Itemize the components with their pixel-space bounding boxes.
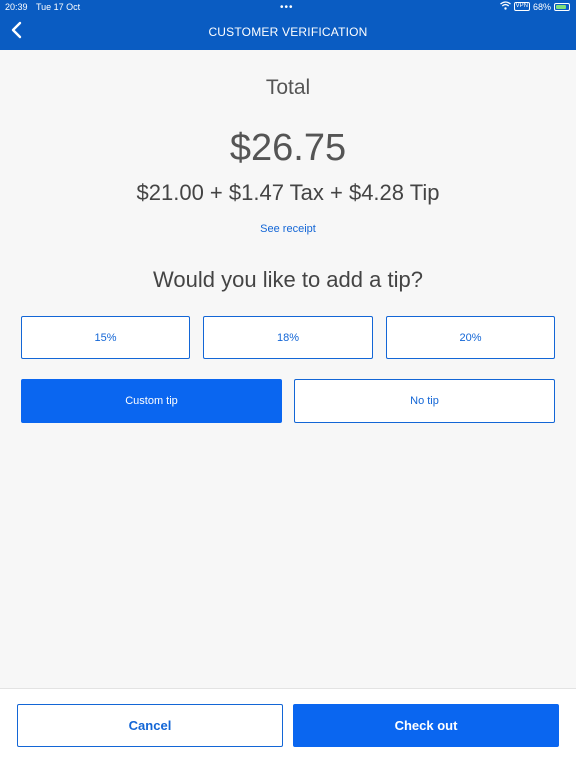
battery-icon xyxy=(554,2,570,11)
price-breakdown: $21.00 + $1.47 Tax + $4.28 Tip xyxy=(136,180,440,205)
total-label: Total xyxy=(265,76,311,99)
tip-15-button[interactable]: 15% xyxy=(21,316,190,359)
no-tip-button[interactable]: No tip xyxy=(294,379,555,423)
app-header: 20:39 Tue 17 Oct ••• VPN 68% CUSTOMER VE… xyxy=(0,0,576,50)
tip-20-button[interactable]: 20% xyxy=(386,316,555,359)
multitasking-dots[interactable]: ••• xyxy=(280,2,294,13)
custom-tip-button[interactable]: Custom tip xyxy=(21,379,282,423)
wifi-icon xyxy=(499,1,511,12)
status-time: 20:39 xyxy=(5,2,28,12)
status-date: Tue 17 Oct xyxy=(36,2,81,12)
check-out-button[interactable]: Check out xyxy=(293,704,559,747)
tip-18-button[interactable]: 18% xyxy=(203,316,373,359)
footer-bar: Cancel Check out xyxy=(0,688,576,769)
status-indicators: VPN 68% xyxy=(499,1,570,12)
page-title: CUSTOMER VERIFICATION xyxy=(208,25,368,39)
tip-question: Would you like to add a tip? xyxy=(153,267,423,292)
status-bar: 20:39 Tue 17 Oct ••• VPN 68% xyxy=(0,0,576,14)
see-receipt-link[interactable]: See receipt xyxy=(0,223,576,235)
total-amount: $26.75 xyxy=(229,127,347,169)
vpn-badge: VPN xyxy=(513,2,530,11)
cancel-button[interactable]: Cancel xyxy=(17,704,283,747)
battery-level xyxy=(556,4,566,9)
battery-percent: 68% xyxy=(532,1,551,12)
